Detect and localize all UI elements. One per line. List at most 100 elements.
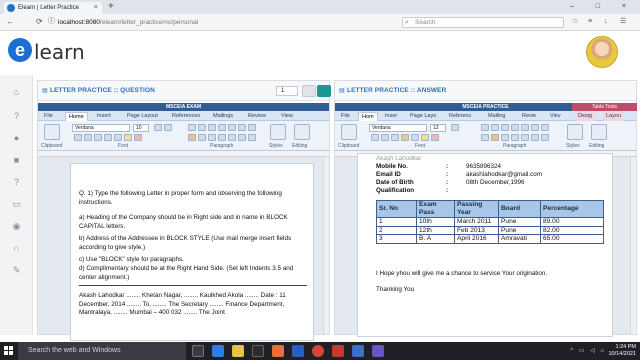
menu-home[interactable]: Home xyxy=(65,112,88,121)
download-icon[interactable]: ↓ xyxy=(604,17,608,27)
increase-indent-icon[interactable] xyxy=(228,124,236,131)
menu-file[interactable]: File xyxy=(338,112,353,121)
app-icon[interactable] xyxy=(332,345,344,357)
menu-view[interactable]: View xyxy=(278,112,296,121)
qualification-table[interactable]: Sr. No Exam Pass Passing Year Board Perc… xyxy=(376,200,604,244)
menu-references[interactable]: Referenc xyxy=(446,112,474,121)
editing-icon[interactable] xyxy=(591,124,607,140)
paste-icon[interactable] xyxy=(44,124,60,140)
keyboard-icon[interactable]: ▭ xyxy=(11,199,22,209)
grow-font-icon[interactable] xyxy=(451,124,459,131)
chrome-icon[interactable] xyxy=(312,345,324,357)
shading-icon[interactable] xyxy=(531,134,539,141)
menu-review[interactable]: Revie xyxy=(519,112,539,121)
bold-icon[interactable] xyxy=(74,134,82,141)
subscript-icon[interactable] xyxy=(411,134,419,141)
window-controls[interactable]: – □ × xyxy=(570,0,636,14)
table-cell[interactable]: April 2016 xyxy=(454,234,499,244)
address-bar[interactable]: localhost:8080/elearn/letter_practice/no… xyxy=(58,17,388,28)
table-cell[interactable]: 1 xyxy=(376,217,417,227)
home-icon[interactable]: ⌂ xyxy=(11,87,22,97)
align-left-icon[interactable] xyxy=(188,134,196,141)
table-cell[interactable]: Feb 2013 xyxy=(454,225,499,235)
user-icon[interactable]: ● xyxy=(11,133,22,143)
underline-icon[interactable] xyxy=(94,134,102,141)
task-view-icon[interactable] xyxy=(192,345,204,357)
table-cell[interactable]: Amravati xyxy=(498,234,541,244)
answer-scrollbar[interactable] xyxy=(630,157,636,334)
highlight-icon[interactable] xyxy=(124,134,132,141)
align-right-icon[interactable] xyxy=(208,134,216,141)
font-name-select[interactable]: Verdana xyxy=(72,124,130,132)
table-cell[interactable]: 65.00 xyxy=(540,234,604,244)
question-page[interactable]: Q. 1) Type the following Letter in prope… xyxy=(70,163,314,341)
app-icon[interactable] xyxy=(352,345,364,357)
font-size-select[interactable]: 12 xyxy=(430,124,446,132)
user-avatar[interactable] xyxy=(586,36,618,68)
edge-icon[interactable] xyxy=(212,345,224,357)
menu-view[interactable]: Viev xyxy=(547,112,564,121)
bold-icon[interactable] xyxy=(371,134,379,141)
store-icon[interactable] xyxy=(252,345,264,357)
strikethrough-icon[interactable] xyxy=(104,134,112,141)
font-color-icon[interactable] xyxy=(431,134,439,141)
table-cell[interactable]: March 2011 xyxy=(454,217,499,227)
font-color-icon[interactable] xyxy=(134,134,142,141)
video-icon[interactable]: ■ xyxy=(11,155,22,165)
table-cell[interactable]: Pune xyxy=(498,225,541,235)
table-cell[interactable]: B. A xyxy=(416,234,455,244)
system-tray[interactable]: ^ ▭ ◁ ⌂ xyxy=(570,342,606,360)
table-cell[interactable]: Pune xyxy=(498,217,541,227)
menu-design[interactable]: Desig xyxy=(575,112,596,121)
table-cell[interactable]: 3 xyxy=(376,234,417,244)
taskbar-search-input[interactable]: Search the web and Windows xyxy=(18,342,186,360)
menu-page-layout[interactable]: Page Layo xyxy=(407,112,439,121)
windows-start-icon[interactable] xyxy=(4,346,14,356)
font-size-select[interactable]: 10 xyxy=(133,124,149,132)
menu-icon[interactable]: ☰ xyxy=(620,17,626,27)
browser-tab[interactable]: Elearn | Letter Practice × xyxy=(4,2,102,14)
underline-icon[interactable] xyxy=(391,134,399,141)
word-icon[interactable] xyxy=(292,345,304,357)
menu-insert[interactable]: Inser xyxy=(382,112,400,121)
refresh-icon[interactable]: ⟳ xyxy=(36,17,43,27)
font-name-select[interactable]: Verdana xyxy=(369,124,427,132)
menu-file[interactable]: File xyxy=(41,112,56,121)
italic-icon[interactable] xyxy=(381,134,389,141)
align-center-icon[interactable] xyxy=(491,134,499,141)
bold-active-icon[interactable] xyxy=(401,134,409,141)
multilevel-icon[interactable] xyxy=(501,124,509,131)
menu-references[interactable]: References xyxy=(169,112,203,121)
justify-icon[interactable] xyxy=(218,134,226,141)
table-cell[interactable]: 10th xyxy=(416,217,455,227)
editing-icon[interactable] xyxy=(294,124,310,140)
align-center-icon[interactable] xyxy=(198,134,206,141)
question-icon[interactable]: ? xyxy=(11,177,22,187)
borders-icon[interactable] xyxy=(248,134,256,141)
justify-icon[interactable] xyxy=(511,134,519,141)
paste-icon[interactable] xyxy=(341,124,357,140)
menu-mailings[interactable]: Mailings xyxy=(210,112,236,121)
page-number-input[interactable]: 1 xyxy=(276,86,298,96)
table-cell[interactable]: 12th xyxy=(416,225,455,235)
grow-font-icon[interactable] xyxy=(154,124,162,131)
headset-icon[interactable]: ∩ xyxy=(11,243,22,253)
file-explorer-icon[interactable] xyxy=(232,345,244,357)
numbering-icon[interactable] xyxy=(491,124,499,131)
decrease-indent-icon[interactable] xyxy=(218,124,226,131)
menu-mailings[interactable]: Mailing xyxy=(485,112,508,121)
answer-page[interactable]: Akash Lahodkar Mobile No. : 9635896324 E… xyxy=(357,153,613,337)
styles-icon[interactable] xyxy=(567,124,583,140)
new-tab-button[interactable]: + xyxy=(108,0,114,14)
help-icon[interactable]: ? xyxy=(11,111,22,121)
numbering-icon[interactable] xyxy=(198,124,206,131)
subscript-icon[interactable] xyxy=(114,134,122,141)
question-scrollbar[interactable] xyxy=(323,157,329,334)
site-info-icon[interactable]: ⓘ xyxy=(48,17,55,27)
decrease-indent-icon[interactable] xyxy=(511,124,519,131)
app-icon[interactable] xyxy=(372,345,384,357)
align-right-icon[interactable] xyxy=(501,134,509,141)
spinner-button[interactable] xyxy=(302,85,316,97)
table-cell[interactable]: 2 xyxy=(376,225,417,235)
menu-insert[interactable]: Insert xyxy=(94,112,114,121)
